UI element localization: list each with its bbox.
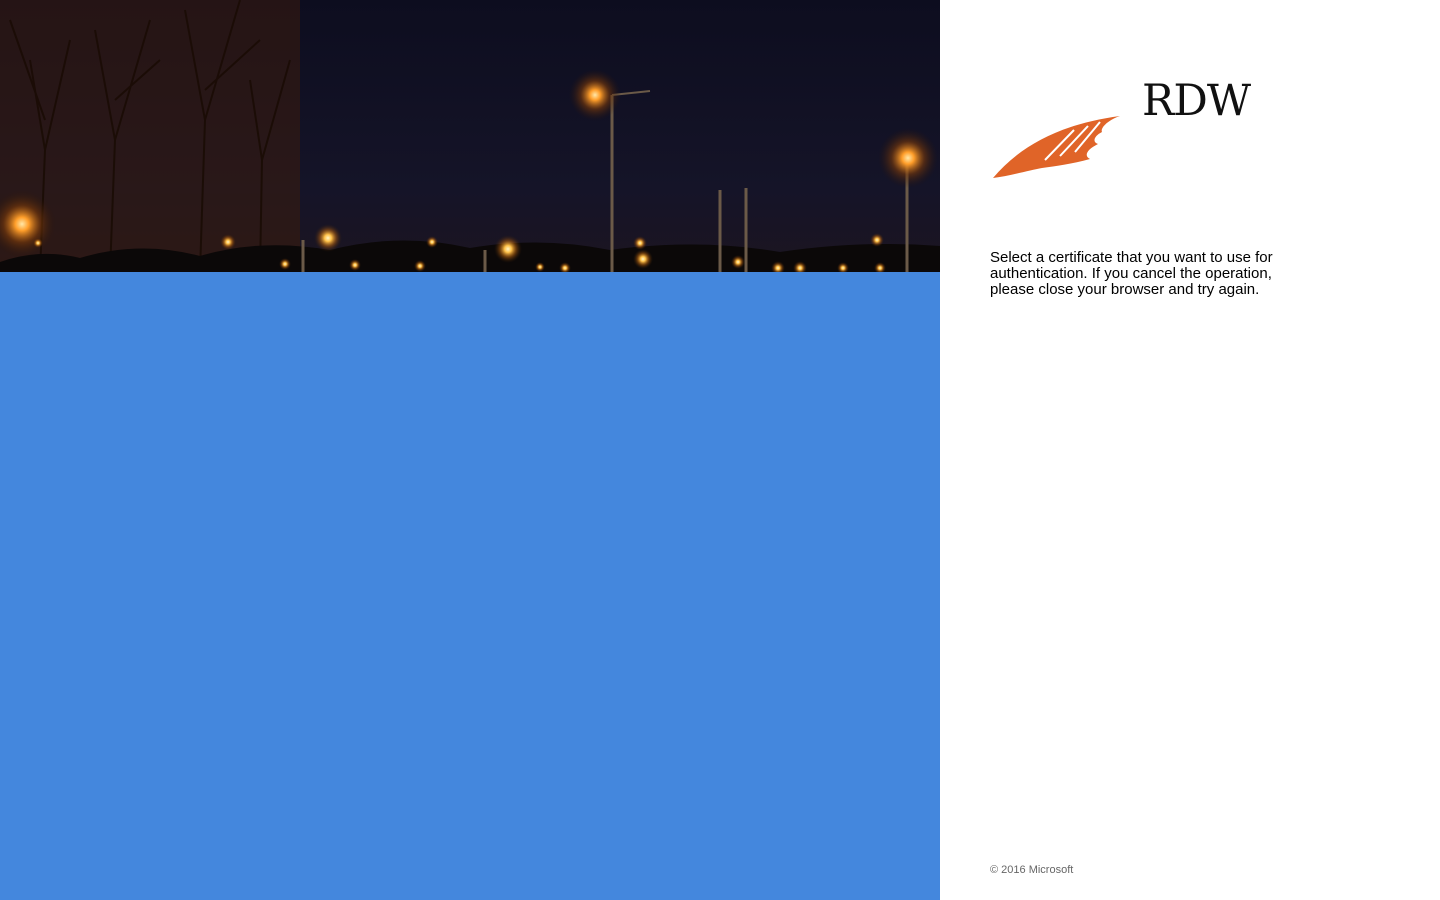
certificate-instructions: Select a certificate that you want to us…	[990, 249, 1273, 298]
copyright-footer: © 2016 Microsoft	[990, 864, 1074, 876]
rdw-feather-icon	[993, 116, 1120, 178]
street-lights-night-photo	[0, 0, 940, 272]
sign-in-page: RDW Select a certificate that you want t…	[0, 0, 1440, 900]
logo-wordmark: RDW	[1142, 76, 1251, 126]
content-panel: RDW Select a certificate that you want t…	[940, 0, 1440, 900]
illustration-panel	[0, 0, 940, 900]
company-logo: RDW	[990, 80, 1260, 186]
